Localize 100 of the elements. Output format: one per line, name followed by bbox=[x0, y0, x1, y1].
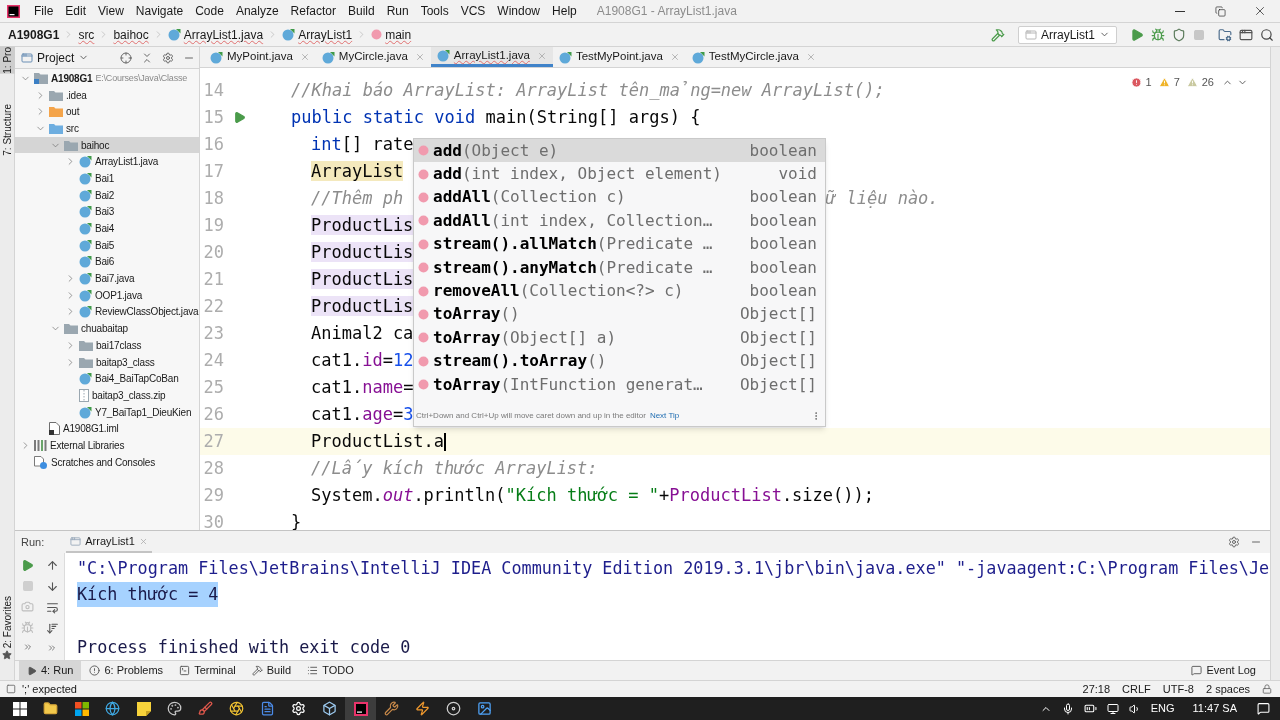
breadcrumb[interactable]: ArrayList1.java bbox=[167, 25, 264, 44]
clock[interactable]: 11:47 SA bbox=[1192, 700, 1237, 717]
editor-tab[interactable]: MyCircle.java bbox=[315, 47, 431, 67]
event-log-tab[interactable]: Event Log bbox=[1191, 661, 1256, 680]
tree-item[interactable]: baitap3_class.zip bbox=[15, 387, 199, 404]
breadcrumb[interactable]: A1908G1 bbox=[8, 25, 60, 44]
menu-item[interactable]: Tools bbox=[414, 2, 455, 20]
tree-item[interactable]: Y7_BaiTap1_DieuKien bbox=[15, 403, 199, 421]
run-configuration-dropdown[interactable]: ArrayList1 bbox=[1017, 25, 1117, 44]
tree-item[interactable]: Bai6 bbox=[15, 253, 199, 271]
panel-toggle-icon[interactable] bbox=[6, 684, 16, 694]
tree-item[interactable]: Bai5 bbox=[15, 236, 199, 254]
menu-item[interactable]: Help bbox=[546, 2, 583, 20]
volume-icon[interactable] bbox=[1128, 702, 1141, 715]
tree-item[interactable]: src bbox=[15, 120, 199, 137]
menu-item[interactable]: Edit bbox=[59, 2, 93, 20]
hammer-icon[interactable] bbox=[990, 27, 1005, 42]
file-encoding[interactable]: UTF-8 bbox=[1162, 680, 1194, 698]
rerun-icon[interactable] bbox=[21, 559, 34, 572]
menu-item[interactable]: Run bbox=[380, 2, 415, 20]
battery-icon[interactable] bbox=[1083, 702, 1097, 715]
settings-icon[interactable] bbox=[162, 51, 174, 64]
tree-item[interactable]: A1908G1 E:\Courses\Java\Classe bbox=[15, 70, 199, 87]
tree-item[interactable]: Bai4_BaiTapCoBan bbox=[15, 370, 199, 388]
menu-item[interactable]: Analyze bbox=[229, 2, 285, 20]
completion-item[interactable]: addAll(int index, Collection… boolean bbox=[414, 209, 825, 233]
completion-item[interactable]: removeAll(Collection<?> c) boolean bbox=[414, 279, 825, 303]
tool-tab[interactable]: TODO bbox=[299, 661, 362, 680]
arrow-down-icon[interactable] bbox=[45, 580, 59, 593]
language-indicator[interactable]: ENG bbox=[1150, 700, 1175, 717]
debug-icon[interactable] bbox=[1151, 27, 1165, 42]
arrow-up-icon[interactable] bbox=[45, 559, 59, 572]
completion-item[interactable]: add(Object e) boolean bbox=[414, 139, 825, 163]
tree-item[interactable]: Bai7.java bbox=[15, 270, 199, 287]
project-structure-icon[interactable] bbox=[1218, 27, 1232, 42]
completion-item[interactable]: toArray(IntFunction generat… Object[] bbox=[414, 372, 825, 397]
completion-item[interactable]: add(int index, Object element) void bbox=[414, 162, 825, 186]
window-icon[interactable] bbox=[1239, 27, 1253, 42]
menu-item[interactable]: Code bbox=[189, 2, 230, 20]
lock-icon[interactable] bbox=[1262, 684, 1272, 694]
wrap-icon[interactable] bbox=[45, 601, 59, 614]
more-icon[interactable] bbox=[47, 643, 57, 653]
tree-item[interactable]: .idea bbox=[15, 86, 199, 104]
line-separator[interactable]: CRLF bbox=[1122, 680, 1151, 698]
completion-item[interactable]: toArray(Object[] a) Object[] bbox=[414, 326, 825, 350]
menu-item[interactable]: Window bbox=[491, 2, 547, 20]
tree-item[interactable]: chuabaitap bbox=[15, 320, 199, 337]
tree-item[interactable]: baitap3_class bbox=[15, 353, 199, 371]
tree-item[interactable]: Bai3 bbox=[15, 203, 199, 221]
tool-window-tab[interactable]: 2: Favorites bbox=[0, 595, 15, 648]
tool-window-tab[interactable]: 7: Structure bbox=[0, 103, 15, 156]
menu-item[interactable]: VCS bbox=[454, 2, 492, 20]
tree-item[interactable]: out bbox=[15, 103, 199, 121]
completion-item[interactable]: toArray() Object[] bbox=[414, 302, 825, 327]
editor-tab[interactable]: MyPoint.java bbox=[204, 47, 316, 67]
menu-item[interactable]: View bbox=[92, 2, 130, 20]
breadcrumb[interactable]: main bbox=[371, 25, 412, 44]
tree-item[interactable]: Bai4 bbox=[15, 220, 199, 237]
menu-item[interactable]: Build bbox=[341, 2, 381, 20]
tree-item[interactable]: ArrayList1.java bbox=[15, 153, 199, 171]
completion-item[interactable]: stream().allMatch(Predicate … boolean bbox=[414, 232, 825, 256]
tree-item[interactable]: Bai1 bbox=[15, 170, 199, 187]
tool-tab[interactable]: 4: Run bbox=[19, 661, 82, 680]
search-icon[interactable] bbox=[1260, 27, 1274, 42]
next-tip-link[interactable]: Next Tip bbox=[649, 410, 680, 423]
menu-item[interactable]: Refactor bbox=[284, 2, 342, 20]
settings-icon[interactable] bbox=[1228, 536, 1240, 548]
tree-item[interactable]: Bai2 bbox=[15, 186, 199, 204]
network-icon[interactable] bbox=[1106, 702, 1119, 715]
collapse-all-icon[interactable] bbox=[141, 51, 153, 64]
code-editor[interactable] bbox=[200, 68, 1270, 530]
editor-tab[interactable]: TestMyCircle.java bbox=[685, 47, 822, 67]
tree-item[interactable]: baihoc bbox=[15, 136, 199, 154]
notifications-icon[interactable] bbox=[1257, 702, 1270, 715]
menu-item[interactable]: Navigate bbox=[129, 2, 190, 20]
microphone-icon[interactable] bbox=[1061, 702, 1074, 715]
completion-item[interactable]: addAll(Collection c) boolean bbox=[414, 185, 825, 210]
scroll-to-end-icon[interactable] bbox=[45, 622, 59, 635]
indent-setting[interactable]: 2 spaces bbox=[1205, 680, 1250, 698]
tree-item[interactable]: Scratches and Consoles bbox=[15, 453, 199, 471]
tool-window-tab[interactable]: 1: Pro bbox=[0, 47, 15, 74]
tool-tab[interactable]: Terminal bbox=[171, 661, 244, 680]
tool-tab[interactable]: 6: Problems bbox=[81, 661, 172, 680]
tree-item[interactable]: OOP1.java bbox=[15, 286, 199, 304]
run-gutter-icon[interactable] bbox=[233, 111, 246, 124]
locate-icon[interactable] bbox=[120, 51, 132, 64]
tree-item[interactable]: bai17class bbox=[15, 337, 199, 354]
tool-tab[interactable]: Build bbox=[243, 661, 300, 680]
breadcrumb[interactable]: src bbox=[78, 25, 95, 44]
tree-item[interactable]: A1908G1.iml bbox=[15, 420, 199, 438]
run-tab[interactable]: ArrayList1 bbox=[66, 531, 152, 553]
caret-position[interactable]: 27:18 bbox=[1082, 680, 1111, 698]
breadcrumb[interactable]: ArrayList1 bbox=[282, 25, 353, 44]
completion-item[interactable]: stream().anyMatch(Predicate … boolean bbox=[414, 255, 825, 280]
tree-item[interactable]: ReviewClassObject.java bbox=[15, 303, 199, 321]
coverage-icon[interactable] bbox=[1172, 27, 1186, 42]
breadcrumb[interactable]: baihoc bbox=[113, 25, 149, 44]
run-icon[interactable] bbox=[1130, 27, 1144, 42]
editor-tab[interactable]: TestMyPoint.java bbox=[552, 47, 686, 67]
menu-item[interactable]: File bbox=[28, 2, 60, 20]
